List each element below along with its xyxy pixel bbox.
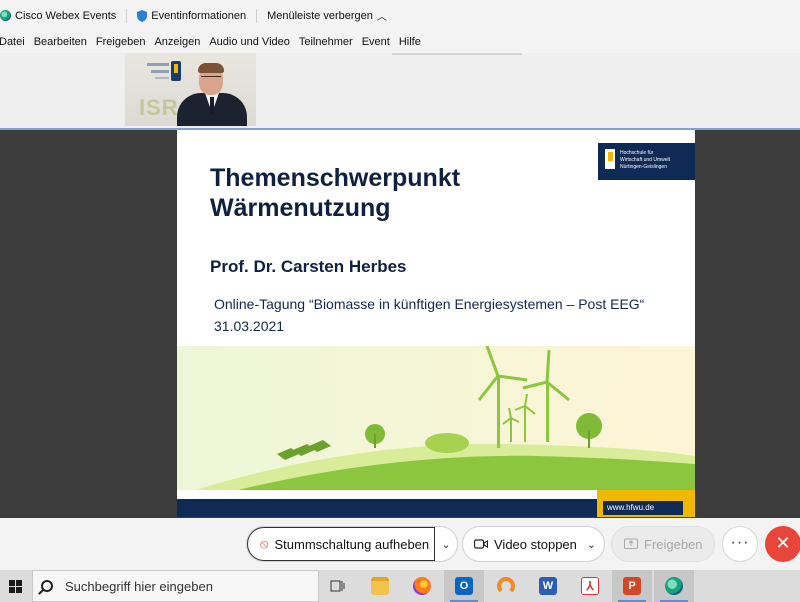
word-icon[interactable]: W bbox=[528, 570, 568, 602]
slide-footer: www.hfwu.de bbox=[177, 490, 695, 517]
microphone-muted-icon: ⦸ bbox=[260, 536, 269, 551]
menu-item-teilnehmer[interactable]: Teilnehmer bbox=[299, 36, 353, 48]
more-options-button[interactable]: ··· bbox=[722, 526, 758, 562]
share-upload-icon bbox=[624, 537, 638, 552]
slide-event: Online-Tagung “Biomasse in künftigen Ene… bbox=[214, 296, 645, 312]
search-icon bbox=[41, 580, 53, 592]
divider bbox=[126, 8, 128, 23]
webex-logo-icon bbox=[0, 10, 11, 21]
taskbar-search-box[interactable]: Suchbegriff hier eingeben bbox=[32, 570, 319, 602]
app-title[interactable]: Cisco Webex Events bbox=[0, 10, 116, 22]
app-name: Cisco Webex Events bbox=[15, 9, 117, 22]
footer-navy-bar bbox=[177, 499, 607, 517]
leave-meeting-button[interactable]: ✕ bbox=[765, 526, 800, 562]
menu-bar: Datei Bearbeiten Freigeben Anzeigen Audi… bbox=[0, 31, 800, 53]
firefox-icon[interactable] bbox=[402, 570, 442, 602]
stop-video-label: Video stoppen bbox=[494, 536, 577, 552]
meeting-controls: ⦸ Stummschaltung aufheben ⌄ Video stoppe… bbox=[0, 518, 800, 570]
audio-options-chevron-down-icon[interactable]: ⌄ bbox=[435, 538, 457, 551]
logo-line-3: Nürtingen-Geislingen bbox=[620, 164, 667, 170]
shield-icon bbox=[137, 9, 148, 22]
logo-line-2: Wirtschaft und Umwelt bbox=[620, 157, 671, 163]
share-label: Freigeben bbox=[644, 536, 703, 552]
logo-line-1: Hochschule für bbox=[620, 150, 654, 156]
footer-url: www.hfwu.de bbox=[603, 501, 683, 515]
event-info-button[interactable]: Eventinformationen bbox=[137, 9, 247, 22]
menu-item-hilfe[interactable]: Hilfe bbox=[399, 36, 421, 48]
unmute-control: ⦸ Stummschaltung aufheben ⌄ bbox=[246, 526, 458, 562]
hide-menu-label: Menüleiste verbergen bbox=[267, 9, 373, 22]
menu-item-bearbeiten[interactable]: Bearbeiten bbox=[34, 36, 87, 48]
orange-ring-app-icon[interactable] bbox=[486, 570, 526, 602]
file-explorer-icon[interactable] bbox=[360, 570, 400, 602]
video-options-chevron-down-icon[interactable]: ⌄ bbox=[587, 538, 596, 551]
title-bar: Cisco Webex Events Eventinformationen Me… bbox=[0, 0, 800, 31]
slide-date: 31.03.2021 bbox=[214, 318, 285, 334]
chevron-up-icon: ︿ bbox=[376, 12, 387, 23]
menu-item-audio-video[interactable]: Audio und Video bbox=[209, 36, 290, 48]
powerpoint-icon[interactable]: P bbox=[612, 570, 652, 602]
webex-icon[interactable] bbox=[654, 570, 694, 602]
divider bbox=[256, 8, 258, 23]
windows-taskbar: Suchbegriff hier eingeben O W ⅄ P bbox=[0, 570, 800, 602]
menu-item-anzeigen[interactable]: Anzeigen bbox=[154, 36, 200, 48]
windows-logo-icon bbox=[8, 579, 22, 593]
hide-menu-button[interactable]: Menüleiste verbergen ︿ bbox=[267, 8, 387, 24]
search-placeholder: Suchbegriff hier eingeben bbox=[65, 578, 213, 594]
event-info-label: Eventinformationen bbox=[151, 9, 247, 22]
strip-scroll-indicator[interactable] bbox=[392, 53, 522, 55]
shared-slide: Themenschwerpunkt Wärmenutzung Hochschul… bbox=[177, 130, 695, 517]
university-logo: Hochschule für Wirtschaft und Umwelt Nür… bbox=[598, 143, 695, 180]
video-camera-icon bbox=[473, 537, 489, 552]
unmute-button[interactable]: ⦸ Stummschaltung aufheben bbox=[247, 527, 435, 561]
unmute-label: Stummschaltung aufheben bbox=[274, 536, 430, 552]
speaker-video-tile[interactable]: ISR bbox=[125, 53, 256, 126]
menu-item-datei[interactable]: Datei bbox=[0, 36, 25, 48]
slide-author: Prof. Dr. Carsten Herbes bbox=[210, 257, 407, 276]
acrobat-icon[interactable]: ⅄ bbox=[570, 570, 610, 602]
background-letters: ISR bbox=[139, 95, 179, 120]
task-view-icon[interactable] bbox=[318, 570, 358, 602]
background-logo bbox=[135, 61, 181, 91]
start-button[interactable] bbox=[0, 570, 30, 602]
menu-item-event[interactable]: Event bbox=[362, 36, 390, 48]
share-button[interactable]: Freigeben bbox=[611, 526, 715, 562]
video-strip bbox=[0, 53, 800, 128]
webex-window: Cisco Webex Events Eventinformationen Me… bbox=[0, 0, 800, 602]
stop-video-button[interactable]: Video stoppen ⌄ bbox=[462, 526, 605, 562]
outlook-icon[interactable]: O bbox=[444, 570, 484, 602]
slide-title: Themenschwerpunkt Wärmenutzung bbox=[210, 164, 461, 222]
speaker-figure bbox=[177, 61, 247, 126]
menu-item-freigeben[interactable]: Freigeben bbox=[96, 36, 146, 48]
